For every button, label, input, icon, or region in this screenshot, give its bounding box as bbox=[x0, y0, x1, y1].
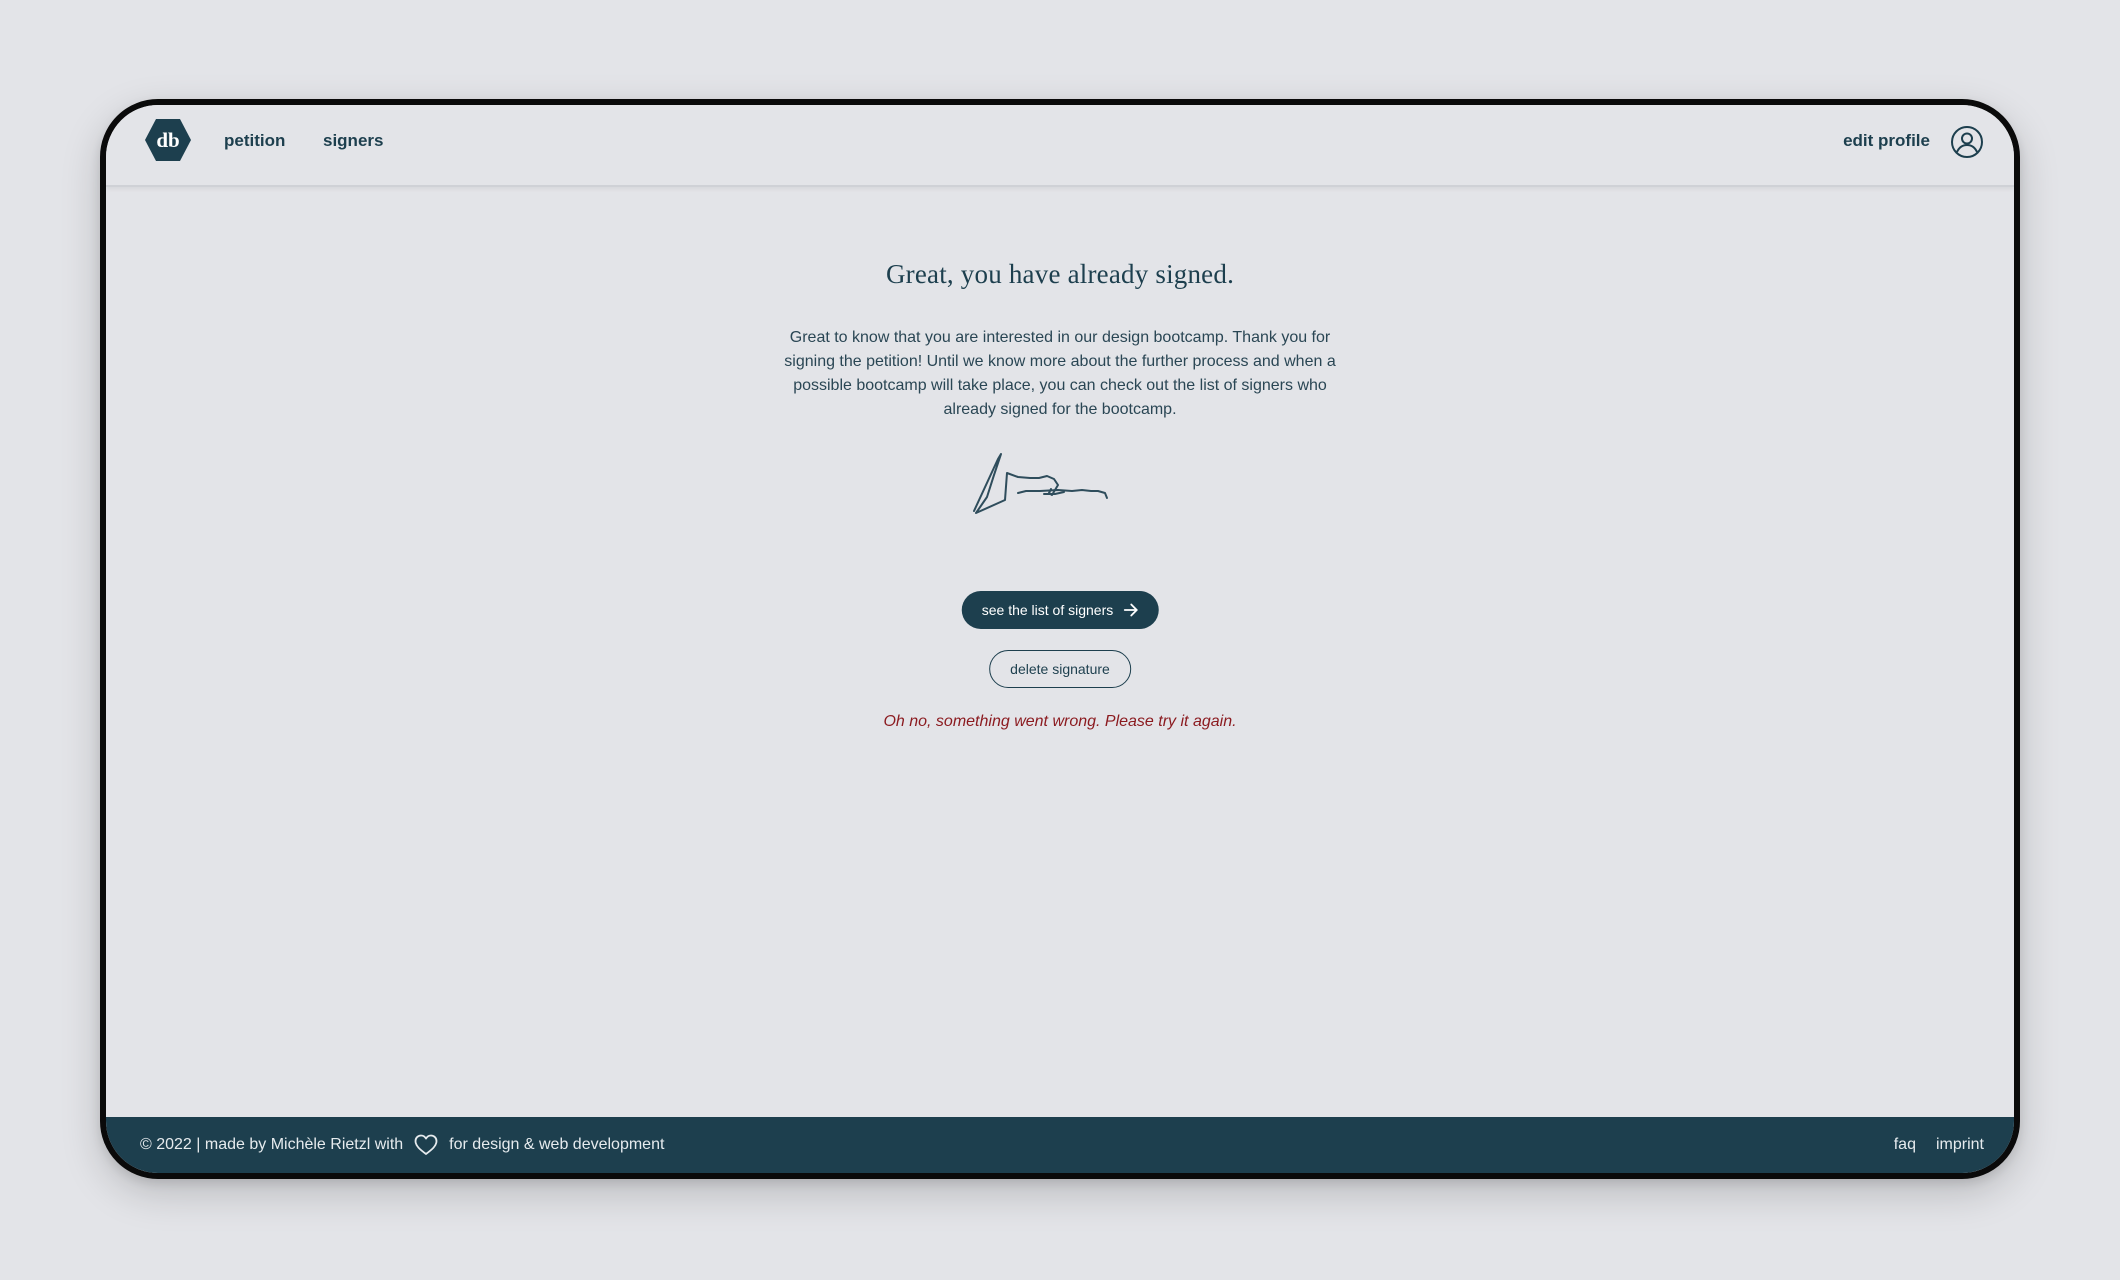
logo[interactable]: db bbox=[144, 118, 192, 162]
nav-petition-link[interactable]: petition bbox=[224, 131, 285, 151]
footer-text-after: for design & web development bbox=[449, 1136, 665, 1153]
delete-signature-button[interactable]: delete signature bbox=[989, 650, 1131, 688]
footer-text-before: © 2022 | made by Michèle Rietzl with bbox=[140, 1136, 404, 1153]
browser-frame: db petition signers edit profile Great, … bbox=[100, 99, 2020, 1179]
footer-links: faq imprint bbox=[1894, 1117, 1984, 1173]
top-navigation: db petition signers edit profile bbox=[106, 105, 2014, 187]
footer: © 2022 | made by Michèle Rietzl with for… bbox=[106, 1117, 2014, 1173]
heart-icon bbox=[414, 1134, 438, 1155]
intro-text: Great to know that you are interested in… bbox=[784, 329, 1336, 418]
imprint-link[interactable]: imprint bbox=[1936, 1136, 1984, 1154]
main-content: Great, you have already signed. Great to… bbox=[106, 187, 2014, 1117]
edit-profile-link[interactable]: edit profile bbox=[1843, 131, 1930, 151]
logo-text: db bbox=[156, 128, 179, 152]
error-message: Oh no, something went wrong. Please try … bbox=[883, 713, 1237, 730]
signature-image bbox=[960, 435, 1160, 535]
nav-signers-link[interactable]: signers bbox=[323, 131, 383, 151]
app-screen: db petition signers edit profile Great, … bbox=[106, 105, 2014, 1173]
see-signers-label: see the list of signers bbox=[981, 602, 1114, 618]
faq-link[interactable]: faq bbox=[1894, 1136, 1916, 1154]
see-signers-button[interactable]: see the list of signers bbox=[961, 591, 1159, 629]
footer-credits: © 2022 | made by Michèle Rietzl with for… bbox=[140, 1117, 664, 1173]
page-title: Great, you have already signed. bbox=[885, 259, 1235, 289]
arrow-right-icon bbox=[1123, 603, 1138, 617]
user-circle-icon[interactable] bbox=[1950, 125, 1984, 159]
